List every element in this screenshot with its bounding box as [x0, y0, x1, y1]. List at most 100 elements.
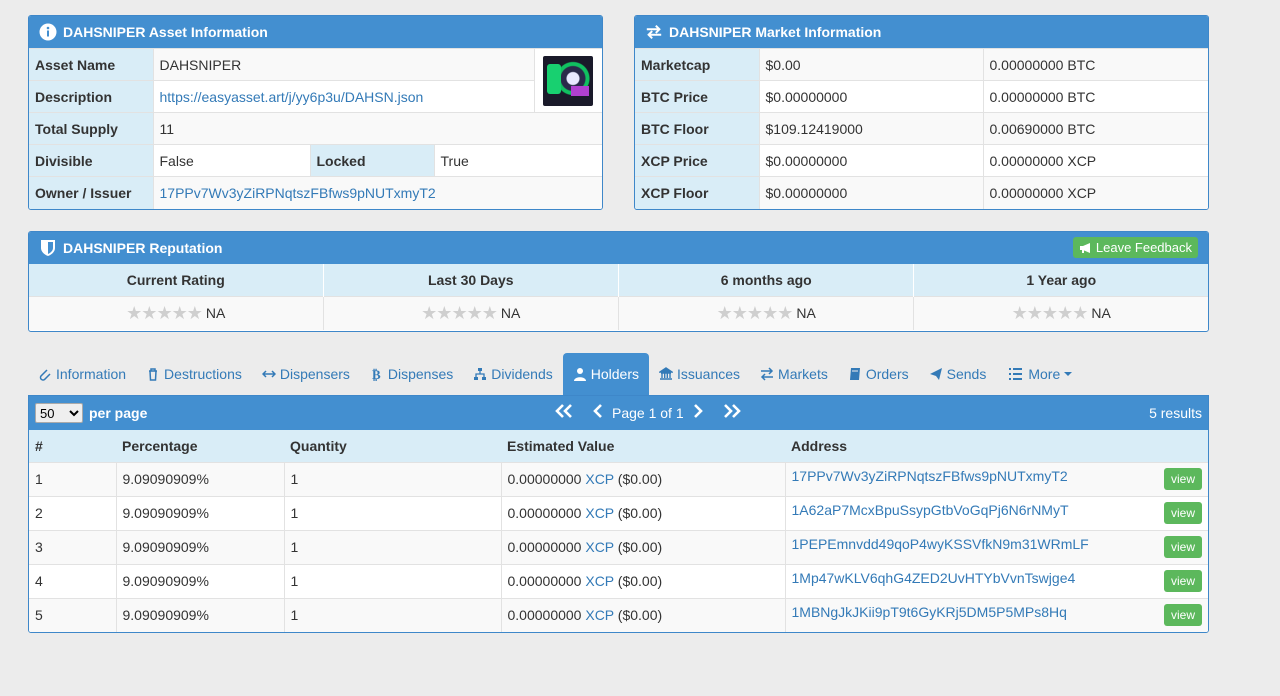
view-button[interactable]: view: [1163, 502, 1202, 524]
market-info-header: DAHSNIPER Market Information: [635, 16, 1208, 48]
leave-feedback-button[interactable]: Leave Feedback: [1072, 237, 1198, 258]
asset-info-title: DAHSNIPER Asset Information: [63, 24, 268, 40]
exchange-arrows-icon: [645, 23, 663, 41]
last-page-icon[interactable]: [720, 404, 742, 422]
holders-column-header: Estimated Value: [501, 430, 785, 462]
value-amount: 0.00000000: [507, 539, 582, 555]
divisible-value: False: [152, 144, 310, 177]
view-button[interactable]: view: [1163, 468, 1202, 490]
rating-column-header: Current Rating: [29, 264, 323, 296]
leave-feedback-label: Leave Feedback: [1095, 240, 1192, 255]
market-row-crypto: 0.00000000 BTC: [982, 80, 1208, 113]
address-link[interactable]: 1Mp47wKLV6qhG4ZED2UvHTYbVvnTswjge4: [792, 570, 1076, 586]
market-row: XCP Price $0.00000000 0.00000000 XCP: [635, 144, 1208, 177]
horizontal-arrows-icon: [261, 370, 276, 378]
per-page-label: per page: [89, 405, 148, 421]
row-address: 1PEPEmnvdd49qoP4wyKSSVfkN9m31WRmLF view: [784, 529, 1208, 564]
asset-image[interactable]: [533, 48, 602, 113]
bank-icon: [659, 367, 673, 380]
holders-column-header: Quantity: [284, 430, 501, 462]
row-quantity: 1: [283, 461, 501, 496]
address-link[interactable]: 1MBNgJkJKii9pT9t6GyKRj5DM5P5MPs8Hq: [792, 604, 1067, 620]
value-usd: ($0.00): [617, 573, 663, 589]
row-address: 17PPv7Wv3yZiRPNqtszFBfws9pNUTxmyT2 view: [784, 461, 1208, 496]
value-asset-link[interactable]: XCP: [585, 573, 614, 589]
tab-dispensers[interactable]: Dispensers: [252, 353, 360, 395]
caret-down-icon: [1064, 372, 1073, 376]
value-asset-link[interactable]: XCP: [585, 539, 614, 555]
tab-label: More: [1028, 366, 1061, 382]
tab-label: Dividends: [491, 366, 553, 382]
address-link[interactable]: 1PEPEmnvdd49qoP4wyKSSVfkN9m31WRmLF: [792, 536, 1089, 552]
trash-icon: [149, 368, 158, 381]
value-asset-link[interactable]: XCP: [585, 607, 614, 623]
market-row: BTC Floor $109.12419000 0.00690000 BTC: [635, 112, 1208, 145]
market-row: BTC Price $0.00000000 0.00000000 BTC: [635, 80, 1208, 113]
shield-icon: [39, 239, 57, 257]
exchange-icon: [760, 367, 774, 381]
value-usd: ($0.00): [617, 505, 663, 521]
star-rating-icon: ★★★★★: [421, 302, 498, 323]
prev-page-icon[interactable]: [592, 404, 604, 422]
tab-holders[interactable]: Holders: [562, 353, 649, 395]
locked-value: True: [433, 144, 602, 177]
row-estimated-value: 0.00000000 XCP ($0.00): [500, 461, 785, 496]
total-supply-value: 11: [152, 112, 602, 145]
tab-destructions[interactable]: Destructions: [136, 353, 252, 395]
bullhorn-icon: [1079, 242, 1090, 253]
tab-dividends[interactable]: Dividends: [463, 353, 562, 395]
market-row-crypto: 0.00690000 BTC: [982, 112, 1208, 145]
row-quantity: 1: [283, 529, 501, 564]
first-page-icon[interactable]: [554, 404, 576, 422]
holders-column-header: #: [29, 430, 116, 462]
paperclip-icon: [39, 369, 51, 381]
sitemap-icon: [474, 368, 487, 380]
row-quantity: 1: [283, 597, 501, 632]
paper-plane-icon: [929, 368, 942, 380]
tab-label: Issuances: [677, 366, 741, 382]
asset-name-label: Asset Name: [29, 48, 153, 81]
owner-address-link[interactable]: 17PPv7Wv3yZiRPNqtszFBfws9pNUTxmyT2: [160, 185, 436, 201]
value-amount: 0.00000000: [507, 471, 582, 487]
star-rating-icon: ★★★★★: [1011, 302, 1089, 323]
row-address: 1Mp47wKLV6qhG4ZED2UvHTYbVvnTswjge4 view: [784, 563, 1208, 598]
view-button[interactable]: view: [1163, 570, 1202, 592]
value-asset-link[interactable]: XCP: [585, 471, 614, 487]
results-count: 5 results: [1149, 405, 1202, 421]
holders-panel: 50 per page Page 1 of 1 5 results # Perce…: [28, 395, 1209, 633]
row-percentage: 9.09090909%: [115, 461, 284, 496]
row-percentage: 9.09090909%: [115, 597, 284, 632]
market-row-usd: $0.00000000: [758, 176, 983, 209]
address-link[interactable]: 1A62aP7McxBpuSsypGtbVoGqPj6N6rNMyT: [792, 502, 1069, 518]
tab-markets[interactable]: Markets: [750, 353, 838, 395]
view-button[interactable]: view: [1163, 536, 1202, 558]
tab-dispenses[interactable]: ₿ Dispenses: [360, 353, 463, 395]
row-number: 1: [29, 461, 116, 496]
market-row: XCP Floor $0.00000000 0.00000000 XCP: [635, 176, 1208, 209]
holders-toolbar: 50 per page Page 1 of 1 5 results: [29, 396, 1208, 430]
reputation-panel: DAHSNIPER Reputation Leave Feedback Curr…: [28, 231, 1209, 332]
tab-orders[interactable]: Orders: [838, 353, 919, 395]
holders-column-header: Percentage: [116, 430, 284, 462]
tab-sends[interactable]: Sends: [919, 353, 997, 395]
market-row-label: Marketcap: [635, 48, 759, 81]
tab-more[interactable]: More: [996, 353, 1087, 395]
address-link[interactable]: 17PPv7Wv3yZiRPNqtszFBfws9pNUTxmyT2: [792, 468, 1068, 484]
description-link[interactable]: https://easyasset.art/j/yy6p3u/DAHSN.jso…: [160, 89, 424, 105]
tab-label: Markets: [778, 366, 828, 382]
value-usd: ($0.00): [617, 471, 663, 487]
rating-cell: ★★★★★ NA: [322, 295, 619, 330]
next-page-icon[interactable]: [692, 404, 704, 422]
asset-info-panel: DAHSNIPER Asset Information Asset Name D…: [28, 15, 603, 210]
view-button[interactable]: view: [1163, 604, 1202, 627]
value-asset-link[interactable]: XCP: [585, 505, 614, 521]
table-row: 5 9.09090909% 1 0.00000000 XCP ($0.00) 1MBNg…: [29, 597, 1208, 632]
rating-cell: ★★★★★ NA: [617, 295, 914, 330]
rating-column-header: 1 Year ago: [913, 264, 1208, 296]
value-amount: 0.00000000: [507, 505, 582, 521]
per-page-select[interactable]: 50: [35, 403, 83, 423]
tab-issuances[interactable]: Issuances: [649, 353, 750, 395]
row-number: 5: [29, 597, 116, 632]
tab-information[interactable]: Information: [28, 353, 136, 395]
table-row: 2 9.09090909% 1 0.00000000 XCP ($0.00) 1A62a…: [29, 495, 1208, 530]
